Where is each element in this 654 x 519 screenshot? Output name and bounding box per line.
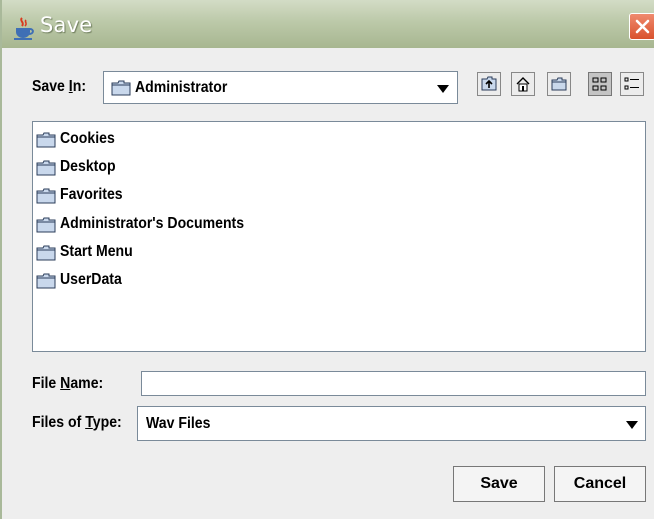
- folder-icon: [36, 188, 56, 204]
- file-type-combo[interactable]: Wav Files: [137, 406, 646, 441]
- cancel-button[interactable]: Cancel: [554, 466, 646, 502]
- folder-icon: [36, 160, 56, 176]
- java-cup-icon: [14, 17, 34, 40]
- chevron-down-icon: [437, 85, 449, 93]
- list-item-name: Administrator's Documents: [60, 215, 245, 232]
- up-one-level-button[interactable]: [477, 72, 501, 96]
- file-list[interactable]: Cookies Desktop Favorites Administrator'…: [32, 121, 646, 352]
- details-view-button[interactable]: [620, 72, 644, 96]
- folder-icon: [36, 217, 56, 233]
- file-type-label: Files of Type:: [32, 414, 122, 431]
- new-folder-button[interactable]: [547, 72, 571, 96]
- chevron-down-icon: [626, 421, 638, 429]
- file-name-label: File Name:: [32, 375, 104, 392]
- cancel-button-label: Cancel: [573, 475, 627, 492]
- save-in-label: Save In:: [32, 78, 87, 95]
- list-view-button[interactable]: [588, 72, 612, 96]
- details-view-icon: [624, 77, 639, 90]
- new-folder-icon: [551, 77, 567, 91]
- title-bar[interactable]: Save: [2, 0, 654, 48]
- close-icon: [635, 19, 650, 34]
- list-item-name: Favorites: [60, 186, 123, 203]
- file-name-input[interactable]: [141, 371, 646, 396]
- up-one-level-icon: [481, 76, 497, 91]
- file-type-value: Wav Files: [146, 415, 211, 432]
- list-view-icon: [592, 77, 607, 91]
- save-in-combo[interactable]: Administrator: [103, 71, 458, 104]
- save-button[interactable]: Save: [453, 466, 545, 502]
- folder-icon: [36, 132, 56, 148]
- folder-icon: [111, 80, 131, 96]
- list-item-name: UserData: [60, 271, 122, 288]
- home-button[interactable]: [511, 72, 535, 96]
- save-button-label: Save: [480, 475, 518, 492]
- home-icon: [516, 77, 530, 92]
- save-dialog: Save Save In: Administrator Cookies Desk…: [0, 0, 654, 519]
- list-item-name: Start Menu: [60, 243, 133, 260]
- save-in-value: Administrator: [135, 79, 228, 96]
- list-item-name: Desktop: [60, 158, 116, 175]
- list-item-name: Cookies: [60, 130, 115, 147]
- dialog-title: Save: [40, 13, 93, 37]
- close-button[interactable]: [629, 13, 654, 40]
- folder-icon: [36, 273, 56, 289]
- folder-icon: [36, 245, 56, 261]
